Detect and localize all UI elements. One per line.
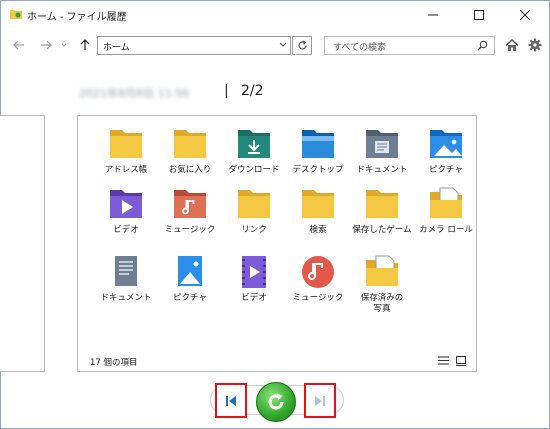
item-count: 17 個の項目 xyxy=(90,358,138,368)
desktop-folder-icon xyxy=(298,126,338,162)
documents-folder-icon xyxy=(362,126,402,162)
search-icon[interactable] xyxy=(477,40,488,51)
backup-position: 2/2 xyxy=(241,83,264,99)
forward-arrow-icon xyxy=(41,40,52,50)
folder-icon xyxy=(170,126,210,162)
file-item[interactable]: お気に入り xyxy=(158,126,222,176)
file-history-window: ホーム - ファイル履歴 ホーム すべての検索 2021年8月8日 11:56 … xyxy=(0,0,550,429)
large-icons-view-icon[interactable] xyxy=(456,356,466,366)
file-history-app-icon xyxy=(10,10,22,19)
pictures-folder-icon xyxy=(426,126,466,162)
up-button[interactable] xyxy=(76,36,94,54)
backup-contents-panel: アドレス帳 お気に入り ダウンロード デスクトップ ドキュメント ピクチャ ビデオ ミュージッ… xyxy=(77,115,477,372)
title-bar: ホーム - ファイル履歴 xyxy=(1,1,549,29)
settings-button[interactable] xyxy=(526,36,544,54)
file-item-label: ピクチャ xyxy=(429,165,463,175)
folder-with-document-icon xyxy=(362,254,402,290)
documents-library-icon xyxy=(106,254,146,290)
restore-button[interactable] xyxy=(256,382,296,422)
folder-icon xyxy=(362,186,402,222)
music-library-icon xyxy=(298,254,338,290)
file-item-label: 保存済みの写真 xyxy=(360,293,404,314)
file-item-label: 検索 xyxy=(309,225,327,235)
file-item-label: ピクチャ xyxy=(173,293,207,303)
file-item[interactable]: ミュージック xyxy=(286,254,350,304)
file-item-label: 保存したゲーム xyxy=(352,225,412,235)
file-item-label: お気に入り xyxy=(168,165,212,175)
file-item[interactable]: カメラ ロール xyxy=(414,186,478,236)
close-icon xyxy=(520,10,530,20)
gear-icon xyxy=(528,38,542,52)
file-item[interactable]: 検索 xyxy=(286,186,350,236)
music-folder-icon xyxy=(170,186,210,222)
file-item-label: ダウンロード xyxy=(228,165,280,175)
folder-icon xyxy=(106,126,146,162)
file-item-label: カメラ ロール xyxy=(419,225,473,235)
file-item[interactable]: ドキュメント xyxy=(94,254,158,304)
maximize-icon xyxy=(474,10,484,20)
details-view-icon[interactable] xyxy=(438,356,449,365)
videos-folder-icon xyxy=(106,186,146,222)
downloads-folder-icon xyxy=(234,126,274,162)
file-item-label: ビデオ xyxy=(241,293,267,303)
refresh-icon xyxy=(297,40,307,50)
address-bar[interactable]: ホーム xyxy=(97,36,291,55)
folder-with-document-icon xyxy=(426,186,466,222)
minimize-button[interactable] xyxy=(410,1,456,29)
file-item[interactable]: ピクチャ xyxy=(414,126,478,176)
file-item-label: ミュージック xyxy=(164,225,216,235)
previous-version-button[interactable] xyxy=(215,383,247,418)
header-separator: | xyxy=(224,83,229,99)
file-item[interactable]: ミュージック xyxy=(158,186,222,236)
back-button[interactable] xyxy=(10,36,28,54)
up-arrow-icon xyxy=(80,39,90,50)
previous-backup-panel[interactable] xyxy=(0,115,45,372)
address-dropdown-icon[interactable] xyxy=(279,42,287,48)
search-placeholder: すべての検索 xyxy=(333,43,387,53)
file-item[interactable]: ピクチャ xyxy=(158,254,222,304)
file-item-label: リンク xyxy=(241,225,267,235)
file-item[interactable]: リンク xyxy=(222,186,286,236)
folder-icon xyxy=(234,186,274,222)
address-text: ホーム xyxy=(103,43,130,53)
folder-icon xyxy=(298,186,338,222)
skip-next-icon xyxy=(315,395,325,406)
forward-button[interactable] xyxy=(37,36,55,54)
chevron-down-icon xyxy=(61,43,67,47)
close-button[interactable] xyxy=(502,1,548,29)
file-item-label: アドレス帳 xyxy=(104,165,148,175)
file-item-label: デスクトップ xyxy=(292,165,344,175)
backup-timestamp: 2021年8月8日 11:56 xyxy=(79,87,190,100)
maximize-button[interactable] xyxy=(456,1,502,29)
file-item[interactable]: ビデオ xyxy=(94,186,158,236)
file-item-label: ドキュメント xyxy=(356,165,408,175)
recent-locations-button[interactable] xyxy=(59,36,69,54)
file-item-label: ドキュメント xyxy=(100,293,152,303)
refresh-button[interactable] xyxy=(292,36,312,55)
videos-library-icon xyxy=(234,254,274,290)
minimize-icon xyxy=(428,14,438,16)
window-title: ホーム - ファイル履歴 xyxy=(27,12,127,23)
file-item[interactable]: 保存済みの写真 xyxy=(350,254,414,315)
home-button[interactable] xyxy=(503,36,521,54)
file-item[interactable]: アドレス帳 xyxy=(94,126,158,176)
next-version-button[interactable] xyxy=(304,383,336,418)
file-item[interactable]: ドキュメント xyxy=(350,126,414,176)
pictures-library-icon xyxy=(170,254,210,290)
skip-previous-icon xyxy=(226,395,236,406)
file-item[interactable]: 保存したゲーム xyxy=(350,186,414,236)
file-item[interactable]: ビデオ xyxy=(222,254,286,304)
search-box[interactable]: すべての検索 xyxy=(324,36,495,55)
home-icon xyxy=(505,38,519,51)
file-item-label: ミュージック xyxy=(292,293,344,303)
file-item[interactable]: ダウンロード xyxy=(222,126,286,176)
back-arrow-icon xyxy=(13,40,24,50)
file-item-label: ビデオ xyxy=(113,225,139,235)
file-item[interactable]: デスクトップ xyxy=(286,126,350,176)
restore-icon xyxy=(268,393,284,410)
